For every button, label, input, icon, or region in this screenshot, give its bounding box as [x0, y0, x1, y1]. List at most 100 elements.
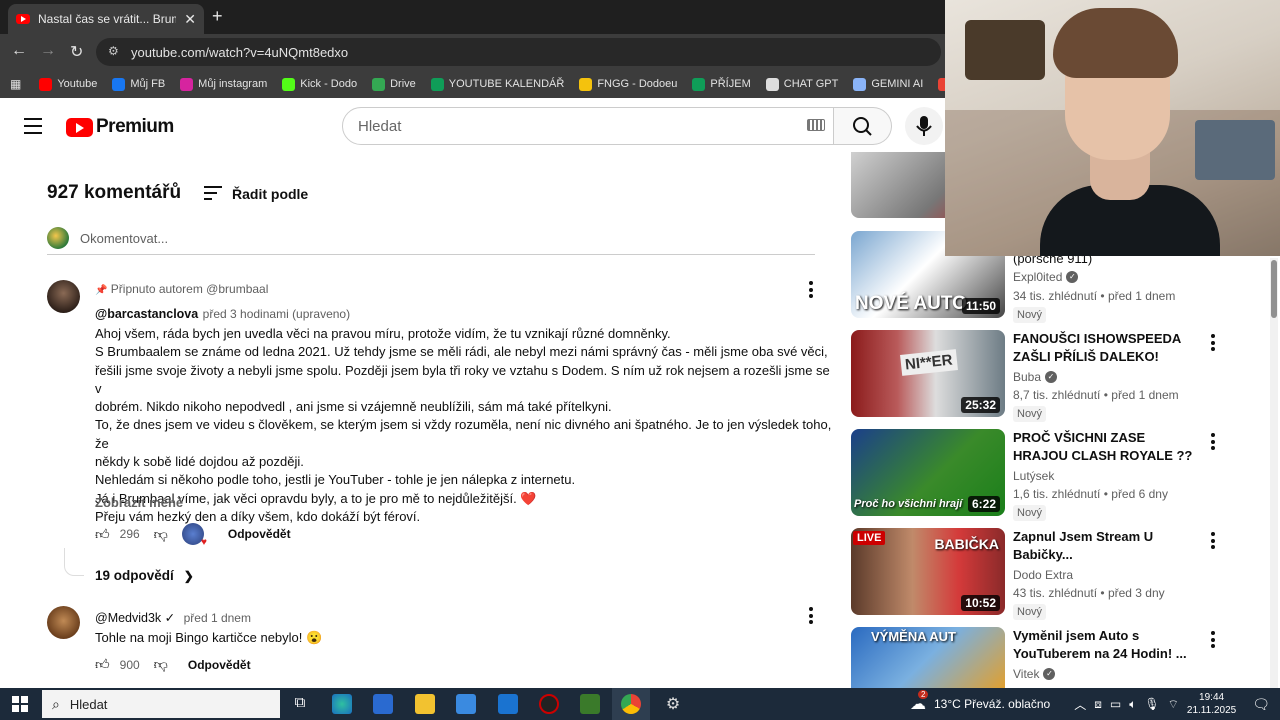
notification-count: 2	[917, 690, 929, 699]
volume-icon[interactable]: 🔈︎	[1129, 697, 1136, 712]
forward-arrow-icon[interactable]: →	[40, 42, 56, 60]
comment-time[interactable]: před 3 hodinami (upraveno)	[203, 307, 350, 321]
keyboard-icon[interactable]	[807, 119, 825, 131]
like-icon[interactable]: 👍︎	[95, 526, 110, 543]
channel-name[interactable]: Vitek ✓	[1013, 667, 1056, 681]
bookmark-item[interactable]: Drive	[372, 77, 416, 91]
site-settings-icon[interactable]: ⚙	[108, 44, 119, 58]
comment-line: Ahoj všem, ráda bych jen uvedla věci na …	[95, 326, 671, 341]
commenter-avatar[interactable]	[47, 606, 80, 639]
comment-line: řešili jsme svoje životy a nebyli jsme s…	[95, 362, 830, 396]
reload-icon[interactable]: ↻	[70, 42, 83, 62]
video-title[interactable]: Vyměnil jsem Auto s YouTuberem na 24 Hod…	[1013, 627, 1193, 663]
video-title[interactable]: FANOUŠCI ISHOWSPEEDA ZAŠLI PŘÍLIŠ DALEKO…	[1013, 330, 1193, 366]
comment-text: Tohle na moji Bingo kartičce nebylo! 😮	[95, 630, 323, 645]
like-icon[interactable]: 👍︎	[95, 656, 110, 673]
sort-by-button[interactable]: Řadit podle	[204, 183, 308, 204]
tab-close-icon[interactable]: ✕	[184, 11, 196, 28]
weather-text[interactable]: 13°C Převáž. oblačno	[934, 697, 1050, 711]
verified-icon: ✓	[1045, 371, 1058, 383]
network-icon[interactable]: ⧈	[1094, 697, 1102, 712]
channel-name[interactable]: Lutýsek	[1013, 469, 1054, 483]
comment-menu-icon[interactable]	[809, 607, 813, 627]
show-less-link[interactable]: Zobrazit méně	[95, 495, 183, 510]
video-thumbnail[interactable]: Proč ho všichni hrají 6:22	[851, 429, 1005, 516]
apps-grid-icon[interactable]: ▦	[10, 77, 21, 91]
search-button[interactable]	[834, 107, 892, 145]
app-icon[interactable]	[498, 694, 518, 714]
reply-button[interactable]: Odpovědět	[188, 658, 251, 672]
channel-name[interactable]: Expl0ited ✓	[1013, 270, 1079, 284]
comment-author[interactable]: @Medvid3k ✓	[95, 611, 175, 625]
youtube-play-icon	[66, 117, 93, 137]
video-title[interactable]: PROČ VŠICHNI ZASE HRAJOU CLASH ROYALE ??	[1013, 429, 1193, 465]
page-scrollbar[interactable]	[1270, 258, 1278, 688]
video-menu-icon[interactable]	[1211, 631, 1215, 651]
app-icon[interactable]	[539, 694, 559, 714]
dislike-icon[interactable]: 👎︎	[154, 656, 168, 673]
channel-name[interactable]: Dodo Extra	[1013, 568, 1073, 582]
person-hair	[1053, 8, 1178, 78]
video-menu-icon[interactable]	[1211, 334, 1215, 354]
store-icon[interactable]	[373, 694, 393, 714]
dislike-icon[interactable]: 👎︎	[154, 526, 168, 543]
bookmark-item[interactable]: Youtube	[39, 77, 97, 91]
comment-time[interactable]: před 1 dnem	[184, 611, 251, 625]
windows-start-icon[interactable]	[12, 696, 28, 712]
bookmark-item[interactable]: CHAT GPT	[765, 77, 838, 91]
clock[interactable]: 19:44 21.11.2025	[1187, 691, 1236, 717]
voice-search-button[interactable]	[905, 107, 943, 145]
url-field[interactable]: ⚙ youtube.com/watch?v=4uNQmt8edxo	[96, 38, 941, 66]
video-title[interactable]: Zapnul Jsem Stream U Babičky...	[1013, 528, 1193, 564]
video-thumbnail[interactable]: NI**ER 25:32	[851, 330, 1005, 417]
browser-tab-bar: Nastal čas se vrátit... Brumbaal ✕ +	[0, 0, 945, 34]
bookmark-item[interactable]: GMAIL	[938, 77, 945, 91]
notifications-icon[interactable]: 🗨︎	[1252, 696, 1270, 713]
chrome-icon[interactable]	[621, 694, 641, 714]
video-menu-icon[interactable]	[1211, 433, 1215, 453]
video-duration: 11:50	[961, 298, 1000, 314]
search-placeholder: Hledat	[358, 118, 402, 135]
bookmark-item[interactable]: Můj FB	[112, 77, 165, 91]
task-view-icon[interactable]: ⧉	[290, 694, 310, 714]
bookmarks-bar: ▦ Youtube Můj FB Můj instagram Kick - Dodo D…	[0, 70, 945, 98]
bookmark-item[interactable]: PŘÍJEM	[692, 77, 751, 91]
bookmark-item[interactable]: Můj instagram	[180, 77, 267, 91]
scrollbar-thumb[interactable]	[1271, 260, 1277, 318]
battery-icon[interactable]: ▭	[1110, 697, 1121, 711]
chevron-up-icon[interactable]: ︿	[1074, 696, 1086, 713]
channel-name[interactable]: Buba ✓	[1013, 370, 1058, 384]
bookmark-item[interactable]: FNGG - Dodoeu	[579, 77, 677, 91]
back-arrow-icon[interactable]: ←	[11, 42, 27, 60]
replies-toggle[interactable]: 19 odpovědí ❯	[95, 568, 194, 583]
taskbar-search[interactable]: ⌕ Hledat	[42, 690, 280, 718]
youtube-premium-logo[interactable]: Premium	[66, 116, 174, 138]
new-tab-icon[interactable]: +	[212, 6, 223, 27]
weather-icon[interactable]: ☁ 2	[910, 690, 929, 714]
video-thumbnail[interactable]: VÝMĚNA AUT	[851, 627, 1005, 688]
edge-icon[interactable]	[332, 694, 352, 714]
add-comment-field[interactable]: Okomentovat...	[47, 227, 815, 255]
bookmark-item[interactable]: Kick - Dodo	[282, 77, 357, 91]
hamburger-menu-icon[interactable]	[24, 118, 42, 139]
comment-actions: 👍︎ 900 👎︎ Odpovědět	[95, 656, 251, 673]
microphone-icon[interactable]: 🎙︎	[1144, 697, 1159, 711]
search-icon	[853, 117, 872, 136]
comment-author[interactable]: @barcastanclova	[95, 307, 198, 321]
video-thumbnail[interactable]: LIVE BABIČKA 10:52	[851, 528, 1005, 615]
settings-gear-icon[interactable]: ⚙	[663, 694, 683, 714]
browser-tab[interactable]: Nastal čas se vrátit... Brumbaal ✕	[8, 4, 204, 34]
search-icon: ⌕	[52, 695, 60, 712]
bookmark-item[interactable]: YOUTUBE KALENDÁŘ	[430, 77, 564, 91]
comment-menu-icon[interactable]	[809, 281, 813, 301]
chevron-down-icon: ❯	[183, 568, 194, 583]
reply-button[interactable]: Odpovědět	[228, 527, 291, 541]
search-input[interactable]: Hledat	[342, 107, 834, 145]
commenter-avatar[interactable]	[47, 280, 80, 313]
bookmark-item[interactable]: GEMINI AI	[853, 77, 923, 91]
minecraft-icon[interactable]	[580, 694, 600, 714]
file-explorer-icon[interactable]	[415, 694, 435, 714]
wifi-icon[interactable]: ⌔	[1168, 697, 1179, 712]
video-menu-icon[interactable]	[1211, 532, 1215, 552]
app-icon[interactable]	[456, 694, 476, 714]
